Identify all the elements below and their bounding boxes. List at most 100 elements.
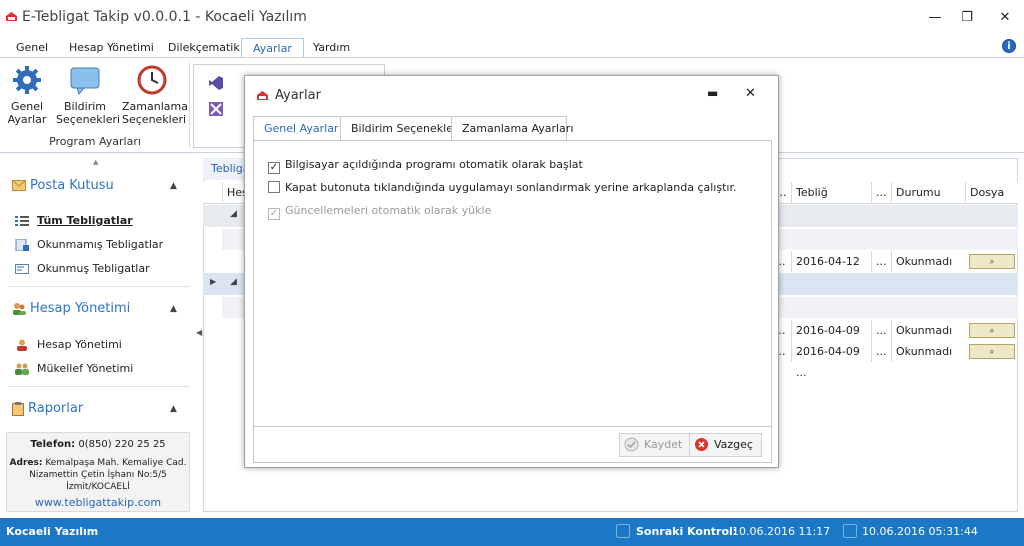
status-bar: Kocaeli Yazılım Sonraki Kontrol: 10.06.2… xyxy=(0,518,1024,546)
col-header-dots-2[interactable]: ... xyxy=(871,182,891,204)
window-title: E-Tebligat Takip v0.0.0.1 - Kocaeli Yazı… xyxy=(22,9,307,25)
clock-icon xyxy=(137,65,167,95)
option-run-in-background[interactable]: Kapat butonuta tıklandığında uygulamayı … xyxy=(268,181,736,194)
dosya-search-button[interactable]: ⌕ xyxy=(969,254,1015,269)
envelope-icon xyxy=(12,180,26,191)
dosya-search-button[interactable]: ⌕ xyxy=(969,323,1015,338)
col-header-durumu[interactable]: Durumu xyxy=(891,182,965,204)
minimize-button[interactable]: — xyxy=(924,8,946,28)
cancel-button-label: Vazgeç xyxy=(714,438,753,451)
menu-bar: Genel Hesap Yönetimi Dilekçematik Ayarla… xyxy=(0,36,1024,57)
checkbox-auto-update: ✓ xyxy=(268,208,280,220)
phone-label: Telefon: xyxy=(30,439,76,450)
title-bar: E-Tebligat Takip v0.0.0.1 - Kocaeli Yazı… xyxy=(0,0,1024,36)
address-line-1: Kemalpaşa Mah. Kemaliye Cad. xyxy=(45,458,187,468)
col-header-dosya[interactable]: Dosya xyxy=(965,182,1017,204)
cell-durumu: Okunmadı xyxy=(891,341,965,362)
save-button-label: Kaydet xyxy=(644,438,683,451)
nav-item-label: Okunmamış Tebligatlar xyxy=(37,238,164,251)
collapse-caret-icon[interactable]: ▲ xyxy=(170,404,177,414)
dosya-search-button[interactable]: ⌕ xyxy=(969,344,1015,359)
menu-tab-yardim[interactable]: Yardım xyxy=(313,38,350,57)
gear-icon xyxy=(13,66,41,94)
option-label: Bilgisayar açıldığında programı otomatik… xyxy=(285,158,583,171)
ribbon-group-label: Program Ayarları xyxy=(49,135,141,148)
menu-tab-dilekcematik[interactable]: Dilekçematik xyxy=(168,38,240,57)
bildirim-label-1: Bildirim xyxy=(64,100,106,113)
info-icon[interactable]: i xyxy=(1002,39,1016,53)
dialog-close-button[interactable]: ✕ xyxy=(745,86,756,101)
nav-item-label: Mükellef Yönetimi xyxy=(37,362,134,375)
genel-ayarlar-label-2: Ayarlar xyxy=(7,113,47,126)
clipboard-icon xyxy=(12,401,24,416)
dialog-title: Ayarlar xyxy=(275,88,321,103)
address-line-3: İzmit/KOCAELİ xyxy=(66,482,130,492)
cancel-button[interactable]: Vazgeç xyxy=(689,433,762,457)
checkmark-circle-icon xyxy=(624,437,639,452)
tab-zamanlama-ayarlari[interactable]: Zamanlama Ayarları xyxy=(451,116,573,141)
speech-bubble-icon xyxy=(70,67,100,96)
bildirim-label-2: Seçenekleri xyxy=(56,113,121,126)
zamanlama-secenekleri-button[interactable]: Zamanlama Seçenekleri xyxy=(122,64,188,126)
website-link[interactable]: www.tebligattakip.com xyxy=(7,497,189,509)
row-indicator-icon: ▶ xyxy=(210,277,217,286)
menu-tab-genel[interactable]: Genel xyxy=(16,38,48,57)
app-logo-icon xyxy=(6,12,17,21)
visual-studio-icon xyxy=(209,76,223,90)
next-check-icon xyxy=(616,524,630,538)
tab-genel-ayarlar[interactable]: Genel Ayarlar xyxy=(253,116,341,141)
contact-info-box: Telefon: 0(850) 220 25 25 Adres: Kemalpa… xyxy=(6,432,190,512)
nav-item-okunmus[interactable]: Okunmuş Tebligatlar xyxy=(15,262,150,275)
next-check-label: Sonraki Kontrol: xyxy=(636,525,738,538)
collapse-caret-icon[interactable]: ▲ xyxy=(170,304,177,314)
expand-icon[interactable]: ◢ xyxy=(230,209,237,219)
sidebar-divider xyxy=(8,286,190,287)
collapse-caret-icon[interactable]: ▲ xyxy=(170,181,177,191)
cancel-circle-icon xyxy=(695,438,708,451)
nav-group-posta-kutusu[interactable]: Posta Kutusu xyxy=(12,178,114,193)
checkbox-run-in-background[interactable] xyxy=(268,181,280,193)
next-check-value: 10.06.2016 11:17 xyxy=(732,525,831,538)
cell-durumu: Okunmadı xyxy=(891,320,965,341)
menu-tab-ayarlar[interactable]: Ayarlar xyxy=(241,38,304,57)
sidebar-splitter[interactable]: ◀ xyxy=(196,158,202,518)
genel-ayarlar-label-1: Genel xyxy=(10,100,44,113)
status-company: Kocaeli Yazılım xyxy=(6,525,99,538)
users-icon xyxy=(13,303,26,315)
cell-teblig-zamani: 2016-04-09 ... xyxy=(791,341,871,379)
nav-item-label: Okunmuş Tebligatlar xyxy=(37,262,150,275)
checkbox-auto-start[interactable]: ✓ xyxy=(268,162,280,174)
nav-item-label: Tüm Tebligatlar xyxy=(37,214,133,227)
bildirim-secenekleri-button[interactable]: Bildirim Seçenekleri xyxy=(56,64,121,126)
cell-teblig-zamani: 2016-04-09 ... xyxy=(791,320,871,358)
nav-item-okunmamis[interactable]: Okunmamış Tebligatlar xyxy=(15,238,163,251)
save-button: Kaydet xyxy=(619,433,692,457)
cell-dots-2: ... xyxy=(871,320,891,341)
dialog-tab-panel: ✓ Bilgisayar açıldığında programı otomati… xyxy=(253,140,772,463)
option-auto-start[interactable]: ✓ Bilgisayar açıldığında programı otomati… xyxy=(268,158,583,174)
cell-dots-2: ... xyxy=(871,251,891,272)
col-header-teblig-zamani[interactable]: Tebliğ Zamanı xyxy=(791,182,871,221)
close-button[interactable]: ✕ xyxy=(994,8,1016,28)
expand-icon[interactable]: ◢ xyxy=(230,277,237,287)
nav-group-hesap-yonetimi[interactable]: Hesap Yönetimi xyxy=(12,301,130,316)
dialog-minimize-button[interactable]: ▬ xyxy=(707,86,718,100)
app-logo-icon xyxy=(257,91,268,100)
sidebar-divider xyxy=(8,386,190,387)
ayarlar-dialog: Ayarlar ▬ ✕ Genel Ayarlar Bildirim Seçen… xyxy=(244,75,779,468)
cell-teblig-zamani: 2016-04-12 ... xyxy=(791,251,871,289)
cell-dots-2: ... xyxy=(871,341,891,362)
menu-tab-hesap-yonetimi[interactable]: Hesap Yönetimi xyxy=(69,38,154,57)
nav-item-tum-tebligatlar[interactable]: Tüm Tebligatlar xyxy=(15,214,133,227)
genel-ayarlar-button[interactable]: Genel Ayarlar xyxy=(6,64,48,126)
nav-item-label: Hesap Yönetimi xyxy=(37,338,122,351)
user-icon xyxy=(17,339,27,351)
restore-button[interactable]: ❐ xyxy=(956,8,978,28)
sidebar-collapse-arrow[interactable]: ▲ xyxy=(93,158,98,166)
nav-item-mukellef-yonetimi[interactable]: Mükellef Yönetimi xyxy=(15,362,133,375)
nav-group-label: Raporlar xyxy=(28,401,84,416)
nav-item-hesap-yonetimi[interactable]: Hesap Yönetimi xyxy=(15,338,122,351)
tab-bildirim-secenekleri[interactable]: Bildirim Seçenekleri xyxy=(340,116,461,141)
ribbon-separator xyxy=(189,62,190,148)
nav-group-raporlar[interactable]: Raporlar xyxy=(12,401,83,416)
